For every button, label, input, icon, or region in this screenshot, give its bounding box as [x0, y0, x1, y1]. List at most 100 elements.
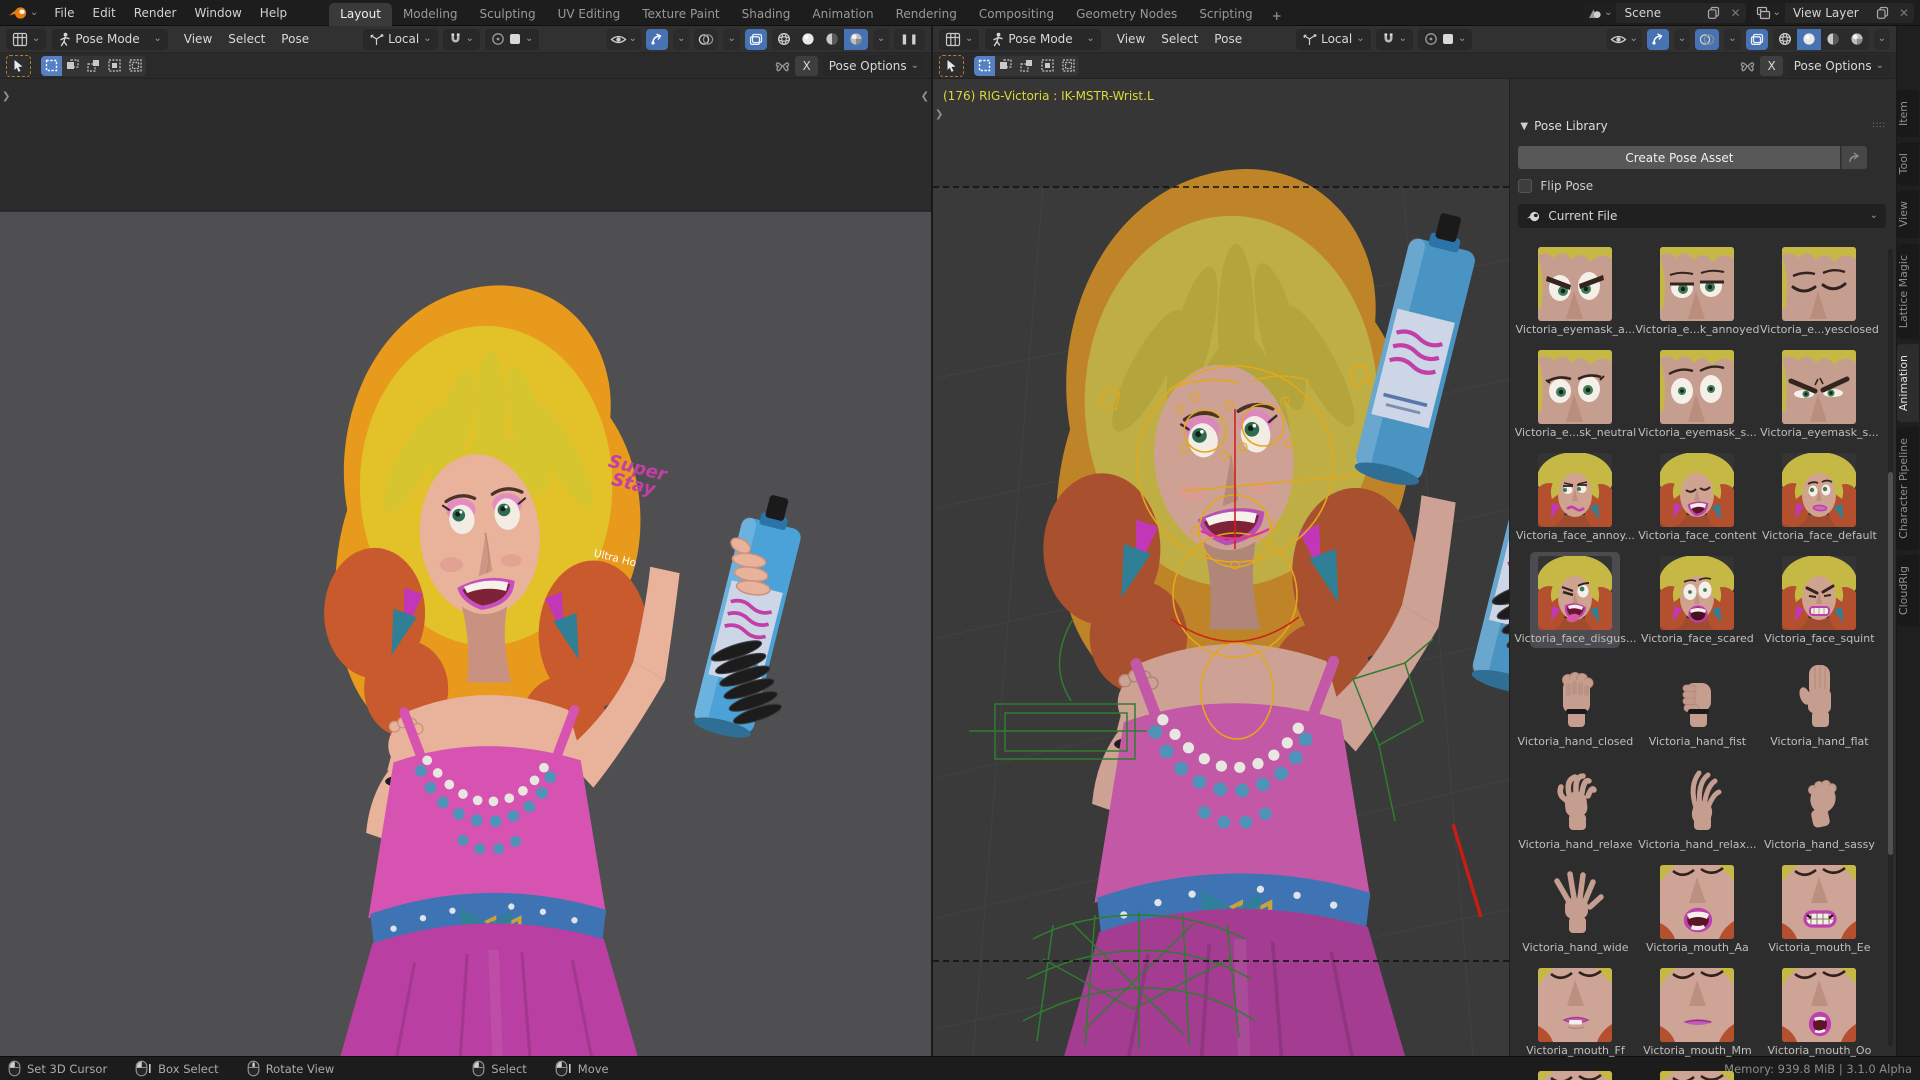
snap-dropdown[interactable]: ⌄ — [1376, 29, 1413, 50]
visibility-dropdown[interactable]: ⌄ — [1606, 29, 1641, 50]
mirror-x-toggle[interactable]: X — [795, 56, 817, 76]
pose-asset-Victoria_face_annoy[interactable]: Victoria_face_annoy... — [1538, 453, 1612, 542]
sidebar-tab-view[interactable]: View — [1897, 190, 1919, 238]
gizmos-dropdown[interactable]: ⌄ — [1674, 29, 1690, 50]
overlays-dropdown[interactable]: ⌄ — [723, 29, 739, 50]
pause-preview-button[interactable]: ❚❚ — [894, 29, 925, 50]
gizmos-toggle[interactable] — [646, 29, 668, 50]
blender-logo-icon[interactable] — [8, 5, 28, 21]
pose-asset-Victoria_face_scared[interactable]: Victoria_face_scared — [1660, 556, 1734, 645]
scrollbar-thumb[interactable] — [1888, 472, 1893, 855]
remove-view-layer-button[interactable]: ✕ — [1894, 3, 1914, 23]
workspace-tab-shading[interactable]: Shading — [731, 3, 802, 26]
mode-dropdown[interactable]: Pose Mode⌄ — [985, 29, 1100, 50]
menu-help[interactable]: Help — [252, 3, 295, 23]
gizmos-toggle[interactable] — [1647, 29, 1669, 50]
xray-toggle[interactable] — [745, 29, 767, 50]
pose-asset-Victoria_hand_sassy[interactable]: Victoria_hand_sassy — [1782, 762, 1856, 851]
region-collapse-icon[interactable]: ❮ — [921, 91, 929, 102]
shading-material-button[interactable] — [820, 29, 844, 50]
select-intersect-button[interactable] — [125, 56, 146, 76]
workspace-tab-modeling[interactable]: Modeling — [392, 3, 469, 26]
select-invert-button[interactable] — [1037, 56, 1058, 76]
pose-asset-Victoria_face_disgus[interactable]: Victoria_face_disgus... — [1538, 556, 1612, 645]
select-subtract-button[interactable] — [83, 56, 104, 76]
shading-solid-button[interactable] — [1797, 29, 1821, 50]
workspace-tab-texture-paint[interactable]: Texture Paint — [631, 3, 730, 26]
shading-wireframe-button[interactable] — [772, 29, 796, 50]
pose-asset-Victoria_hand_closed[interactable]: Victoria_hand_closed — [1538, 659, 1612, 748]
menu-file[interactable]: File — [46, 3, 82, 23]
menu-edit[interactable]: Edit — [84, 3, 123, 23]
pose-asset-Victoria_e...sk_neutral[interactable]: Victoria_e...sk_neutral — [1538, 350, 1612, 439]
workspace-tab-sculpting[interactable]: Sculpting — [469, 3, 547, 26]
pose-options-dropdown[interactable]: Pose Options⌄ — [1788, 55, 1890, 76]
create-pose-asset-options-button[interactable] — [1841, 146, 1867, 169]
shading-dropdown[interactable]: ⌄ — [873, 29, 889, 50]
pose-asset-Victoria_mouth_Ff[interactable]: Victoria_mouth_Ff — [1538, 968, 1612, 1057]
flip-pose-checkbox[interactable] — [1518, 179, 1532, 193]
proportional-edit-dropdown[interactable]: ⌄ — [485, 29, 539, 50]
pose-asset-Victoria_eyemask_a[interactable]: Victoria_eyemask_a... — [1538, 247, 1612, 336]
xray-toggle[interactable] — [1746, 29, 1768, 50]
panel-collapse-icon[interactable]: ▼ — [1520, 121, 1528, 132]
editor-type-button[interactable]: ⌄ — [939, 29, 979, 50]
pose-asset-Victoria_eyemask_s[interactable]: Victoria_eyemask_s... — [1782, 350, 1856, 439]
pose-asset-Victoria_e...k_annoyed[interactable]: Victoria_e...k_annoyed — [1660, 247, 1734, 336]
proportional-edit-dropdown[interactable]: ⌄ — [1418, 29, 1472, 50]
pose-asset-Victoria_mouth_Aa[interactable]: Victoria_mouth_Aa — [1660, 865, 1734, 954]
pose-asset-Victoria_face_default[interactable]: Victoria_face_default — [1782, 453, 1856, 542]
new-scene-button[interactable] — [1702, 3, 1725, 23]
editor-type-button[interactable]: ⌄ — [6, 29, 46, 50]
viewport-left-canvas[interactable]: Super Stay Ultra Ho ❯ ❮ — [0, 79, 931, 1056]
viewport-menu-select[interactable]: Select — [220, 32, 273, 46]
shading-rendered-button[interactable] — [1845, 29, 1869, 50]
workspace-tab-compositing[interactable]: Compositing — [968, 3, 1065, 26]
pose-asset-Victoria_eyemask_s[interactable]: Victoria_eyemask_s... — [1660, 350, 1734, 439]
viewport-menu-view[interactable]: View — [176, 32, 220, 46]
viewport-menu-pose[interactable]: Pose — [1206, 32, 1250, 46]
scrollbar[interactable] — [1888, 249, 1893, 1046]
menu-window[interactable]: Window — [186, 3, 249, 23]
overlays-dropdown[interactable]: ⌄ — [1724, 29, 1740, 50]
active-tool-tweak[interactable] — [939, 55, 964, 77]
sidebar-tab-lattice-magic[interactable]: Lattice Magic — [1897, 244, 1919, 339]
sidebar-tab-character-pipeline[interactable]: Character Pipeline — [1897, 427, 1919, 550]
pose-asset-Victoria_hand_relax[interactable]: Victoria_hand_relax... — [1660, 762, 1734, 851]
region-expand-icon[interactable]: ❯ — [2, 91, 10, 102]
workspace-tab-animation[interactable]: Animation — [801, 3, 884, 26]
gizmos-dropdown[interactable]: ⌄ — [673, 29, 689, 50]
pose-asset-Victoria_mouth_Oo[interactable]: Victoria_mouth_Oo — [1782, 968, 1856, 1057]
sidebar-tab-cloudrig[interactable]: CloudRig — [1897, 555, 1919, 626]
mirror-x-toggle[interactable]: X — [1760, 56, 1782, 76]
snap-dropdown[interactable]: ⌄ — [443, 29, 480, 50]
transform-orientation-dropdown[interactable]: Local⌄ — [363, 29, 438, 50]
shading-rendered-button[interactable] — [844, 29, 868, 50]
select-set-button[interactable] — [41, 56, 62, 76]
pose-asset-Victoria_mouth_Ee[interactable]: Victoria_mouth_Ee — [1782, 865, 1856, 954]
select-subtract-button[interactable] — [1016, 56, 1037, 76]
pose-asset-Victoria_hand_relaxe[interactable]: Victoria_hand_relaxe — [1538, 762, 1612, 851]
new-view-layer-button[interactable] — [1871, 3, 1894, 23]
select-invert-button[interactable] — [104, 56, 125, 76]
overlays-toggle[interactable] — [1695, 29, 1719, 50]
pose-asset-Victoria_face_content[interactable]: Victoria_face_content — [1660, 453, 1734, 542]
pose-asset-Victoria_face_squint[interactable]: Victoria_face_squint — [1782, 556, 1856, 645]
workspace-tab-uv-editing[interactable]: UV Editing — [547, 3, 632, 26]
shading-dropdown[interactable]: ⌄ — [1874, 29, 1890, 50]
overlays-toggle[interactable] — [694, 29, 718, 50]
add-workspace-button[interactable]: + — [1264, 6, 1290, 26]
shading-material-button[interactable] — [1821, 29, 1845, 50]
pose-library-header[interactable]: ▼ Pose Library ∷∷ — [1520, 119, 1886, 133]
sidebar-tab-tool[interactable]: Tool — [1897, 142, 1919, 185]
workspace-tab-scripting[interactable]: Scripting — [1188, 3, 1263, 26]
menu-render[interactable]: Render — [126, 3, 185, 23]
pose-asset-partial[interactable] — [1660, 1071, 1734, 1080]
region-expand-icon[interactable]: ❯ — [935, 109, 943, 120]
viewport-menu-pose[interactable]: Pose — [273, 32, 317, 46]
scene-selector[interactable]: ⌄ Scene ✕ — [1583, 3, 1745, 23]
sidebar-tab-item[interactable]: Item — [1897, 90, 1919, 137]
panel-drag-handle-icon[interactable]: ∷∷ — [1873, 121, 1886, 131]
workspace-tab-layout[interactable]: Layout — [329, 3, 392, 26]
select-extend-button[interactable] — [62, 56, 83, 76]
